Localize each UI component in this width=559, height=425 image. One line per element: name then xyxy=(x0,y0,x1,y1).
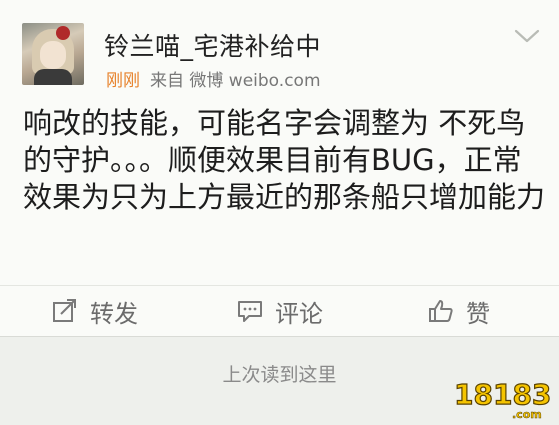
avatar-body xyxy=(34,69,72,85)
repost-button[interactable]: 转发 xyxy=(52,286,138,336)
weibo-post-card[interactable]: 铃兰喵_宅港补给中 刚刚 来自 微博 weibo.com 响改的技能，可能名字会调… xyxy=(0,0,559,337)
post-content: 响改的技能，可能名字会调整为 不死鸟的守护。。。顺便效果目前有BUG，正常效果为… xyxy=(23,106,546,214)
post-time: 刚刚 xyxy=(106,71,140,91)
post-source[interactable]: 来自 微博 weibo.com xyxy=(150,71,321,91)
post-meta: 刚刚 来自 微博 weibo.com xyxy=(106,66,321,91)
comment-icon xyxy=(238,301,262,322)
avatar-face xyxy=(40,41,66,69)
like-label: 赞 xyxy=(466,299,490,328)
watermark-text: 18183 xyxy=(454,378,551,411)
action-bar: 转发 评论 赞 xyxy=(0,286,559,336)
chevron-down-icon[interactable] xyxy=(513,26,541,46)
repost-icon xyxy=(53,299,76,322)
site-watermark-logo: 18183 .com xyxy=(453,377,552,421)
like-icon xyxy=(429,300,453,322)
comment-label: 评论 xyxy=(275,299,323,328)
avatar-emblem xyxy=(56,26,70,40)
avatar[interactable] xyxy=(22,23,84,85)
username[interactable]: 铃兰喵_宅港补给中 xyxy=(104,27,321,63)
like-button[interactable]: 赞 xyxy=(428,286,490,336)
repost-label: 转发 xyxy=(90,299,138,328)
comment-button[interactable]: 评论 xyxy=(237,286,323,336)
watermark-suffix: .com xyxy=(512,408,542,421)
